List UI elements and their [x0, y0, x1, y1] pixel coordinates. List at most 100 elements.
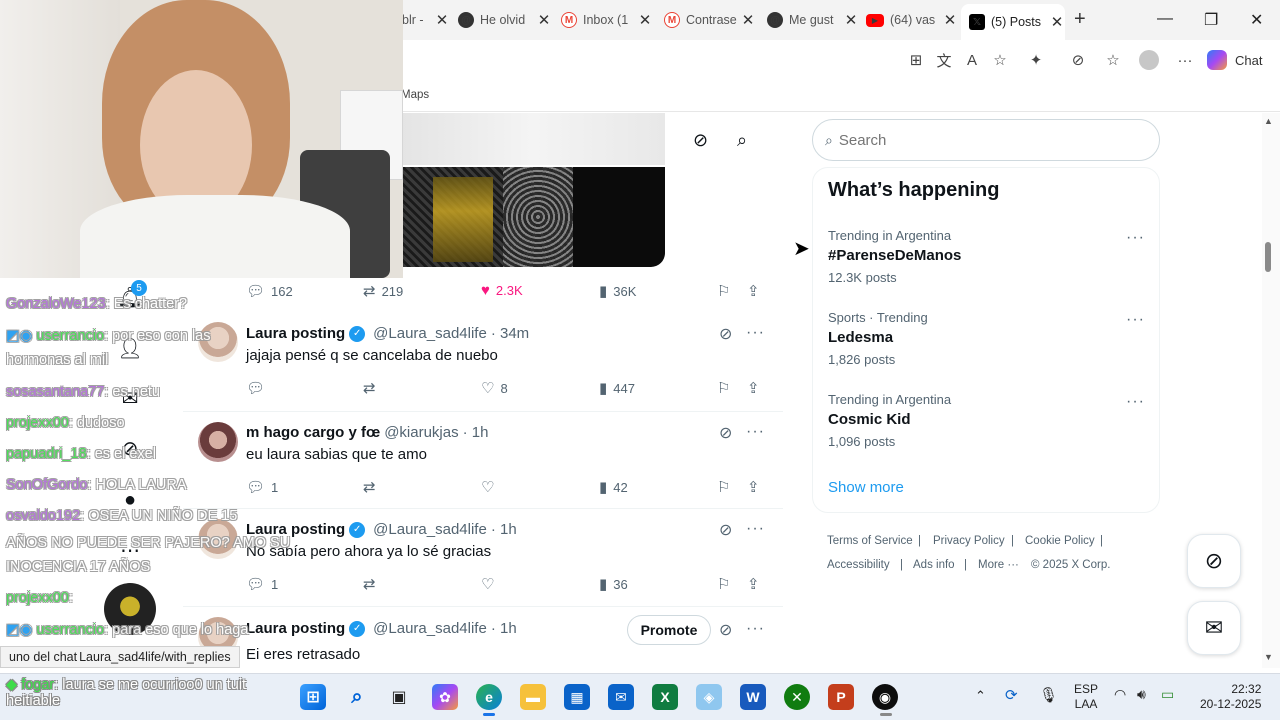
search-input[interactable] — [838, 131, 1119, 149]
repost-action[interactable]: ⇄ 219 — [363, 282, 403, 300]
language-indicator[interactable]: ESP LAA — [1074, 682, 1098, 712]
reply-action[interactable]: 💬︎ 1 — [246, 575, 278, 593]
search-icon[interactable]: ⌕ — [344, 684, 370, 710]
task-view-icon[interactable]: ▣ — [386, 684, 412, 710]
post-author-handle[interactable]: @Laura_sad4life — [373, 620, 487, 637]
tray-overflow-icon[interactable]: ⌃ — [975, 688, 986, 704]
post-time[interactable]: · 34m — [491, 325, 529, 342]
avatar[interactable] — [198, 422, 238, 462]
browser-tab-threads-1[interactable]: @ He olvid ✕ — [458, 6, 552, 34]
views-action[interactable]: ▮ 42 — [599, 478, 628, 496]
settings-more-icon[interactable]: ··· — [1175, 50, 1195, 70]
footer-terms-link[interactable]: Terms of Service — [827, 535, 913, 547]
powerpoint-icon[interactable]: P — [828, 684, 854, 710]
favorite-maps-link[interactable]: Maps — [401, 89, 429, 101]
close-icon[interactable]: ✕ — [1049, 13, 1065, 31]
views-action[interactable]: ▮ 36K — [599, 282, 636, 300]
footer-cookie-link[interactable]: Cookie Policy — [1025, 535, 1095, 547]
translate-icon[interactable]: 文 — [934, 50, 954, 70]
more-options-icon[interactable]: ··· — [1126, 229, 1145, 247]
promote-button[interactable]: Promote — [627, 615, 711, 645]
obs-icon[interactable]: ◉ — [872, 684, 898, 710]
more-options-icon[interactable]: ··· — [746, 423, 765, 441]
store-icon[interactable]: ▦ — [564, 684, 590, 710]
reply-action[interactable]: 💬︎ 162 — [246, 282, 293, 300]
bookmark-action[interactable]: ⚐ — [717, 282, 736, 300]
wifi-icon[interactable]: ◠ — [1114, 686, 1126, 703]
post-author-name[interactable]: Laura posting — [246, 620, 345, 637]
more-options-icon[interactable]: ··· — [1126, 393, 1145, 411]
close-window-button[interactable]: ✕ — [1250, 10, 1263, 30]
views-action[interactable]: ▮ 447 — [599, 379, 635, 397]
close-icon[interactable]: ✕ — [434, 11, 450, 29]
microphone-icon[interactable]: 🎙︎ — [1039, 686, 1058, 704]
post-author-handle[interactable]: @kiarukjas — [384, 424, 458, 441]
share-action[interactable]: ⇪ — [747, 478, 766, 496]
browser-tab-tumblr[interactable]: blr - ✕ — [402, 6, 450, 34]
repost-action[interactable]: ⇄ — [363, 379, 382, 397]
read-aloud-icon[interactable]: A — [962, 50, 982, 70]
like-action[interactable]: ♥ 2.3K — [481, 282, 523, 299]
close-icon[interactable]: ✕ — [740, 11, 756, 29]
volume-icon[interactable]: 🔊︎ — [1137, 686, 1146, 703]
close-icon[interactable]: ✕ — [637, 11, 653, 29]
trend-name[interactable]: Ledesma — [828, 329, 893, 346]
scroll-down-arrow[interactable]: ▼ — [1264, 652, 1273, 662]
browser-tab-youtube[interactable]: ▶ (64) vas ✕ — [866, 6, 958, 34]
browser-tab-gmail-inbox[interactable]: M Inbox (1 ✕ — [561, 6, 653, 34]
close-icon[interactable]: ✕ — [536, 11, 552, 29]
footer-more-link[interactable]: More ··· — [978, 559, 1019, 571]
share-action[interactable]: ⇪ — [747, 379, 766, 397]
favorite-star-icon[interactable]: ☆ — [990, 50, 1010, 70]
browser-tab-threads-2[interactable]: @ Me gust ✕ — [767, 6, 859, 34]
tray-sync-icon[interactable]: ⟳ — [1005, 686, 1018, 704]
bookmark-action[interactable]: ⚐ — [717, 478, 736, 496]
profile-icon[interactable] — [1139, 50, 1159, 70]
app-available-icon[interactable]: ⊞ — [906, 50, 926, 70]
post-author-name[interactable]: Laura posting — [246, 325, 345, 342]
close-icon[interactable]: ✕ — [942, 11, 958, 29]
grok-icon[interactable]: ⊘ — [719, 620, 732, 640]
footer-ads-info-link[interactable]: Ads info — [913, 559, 955, 571]
like-action[interactable]: ♡ — [481, 478, 500, 496]
excel-icon[interactable]: X — [652, 684, 678, 710]
extensions-icon[interactable]: ✦ — [1026, 50, 1046, 70]
more-options-icon[interactable]: ··· — [746, 324, 765, 342]
like-action[interactable]: ♡ 8 — [481, 379, 508, 397]
close-icon[interactable]: ✕ — [843, 11, 859, 29]
browser-essentials-icon[interactable]: ⊘ — [1068, 50, 1088, 70]
clock[interactable]: 22:32 20-12-2025 — [1200, 682, 1261, 712]
scroll-up-arrow[interactable]: ▲ — [1264, 116, 1273, 126]
restore-button[interactable]: ❐ — [1204, 10, 1218, 30]
post-time[interactable]: · 1h — [491, 521, 517, 538]
repost-action[interactable]: ⇄ — [363, 478, 382, 496]
reply-action[interactable]: 💬︎ 1 — [246, 478, 278, 496]
word-icon[interactable]: W — [740, 684, 766, 710]
grok-floating-button[interactable]: ⊘ — [1187, 534, 1241, 588]
footer-accessibility-link[interactable]: Accessibility — [827, 559, 890, 571]
edge-icon[interactable]: e — [476, 684, 502, 710]
minimize-button[interactable]: — — [1157, 10, 1173, 28]
browser-tab-x-posts[interactable]: 𝕏 (5) Posts ✕ — [961, 4, 1065, 40]
copilot-icon[interactable]: ✿ — [432, 684, 458, 710]
reply-action[interactable]: 💬︎ — [246, 379, 271, 397]
post-author-name[interactable]: m hago cargo y fœ — [246, 424, 380, 441]
repost-action[interactable]: ⇄ — [363, 575, 382, 593]
xbox-icon[interactable]: ✕ — [784, 684, 810, 710]
post-author-handle[interactable]: @Laura_sad4life — [373, 325, 487, 342]
post-time[interactable]: · 1h — [463, 424, 489, 441]
messages-floating-button[interactable]: ✉ — [1187, 601, 1241, 655]
photos-icon[interactable]: ◈ — [696, 684, 722, 710]
copilot-chat-button[interactable]: Chat — [1207, 47, 1262, 73]
battery-icon[interactable]: ▭ — [1161, 686, 1174, 703]
start-menu-icon[interactable]: ⊞ — [300, 684, 326, 710]
footer-privacy-link[interactable]: Privacy Policy — [933, 535, 1005, 547]
grok-icon[interactable]: ⊘ — [693, 130, 708, 151]
views-action[interactable]: ▮ 36 — [599, 575, 628, 593]
show-more-link[interactable]: Show more — [828, 479, 904, 496]
more-options-icon[interactable]: ··· — [1126, 311, 1145, 329]
new-tab-button[interactable]: + — [1074, 8, 1086, 31]
grok-icon[interactable]: ⊘ — [719, 423, 732, 443]
file-explorer-icon[interactable]: ▬ — [520, 684, 546, 710]
scrollbar-thumb[interactable] — [1265, 242, 1271, 272]
